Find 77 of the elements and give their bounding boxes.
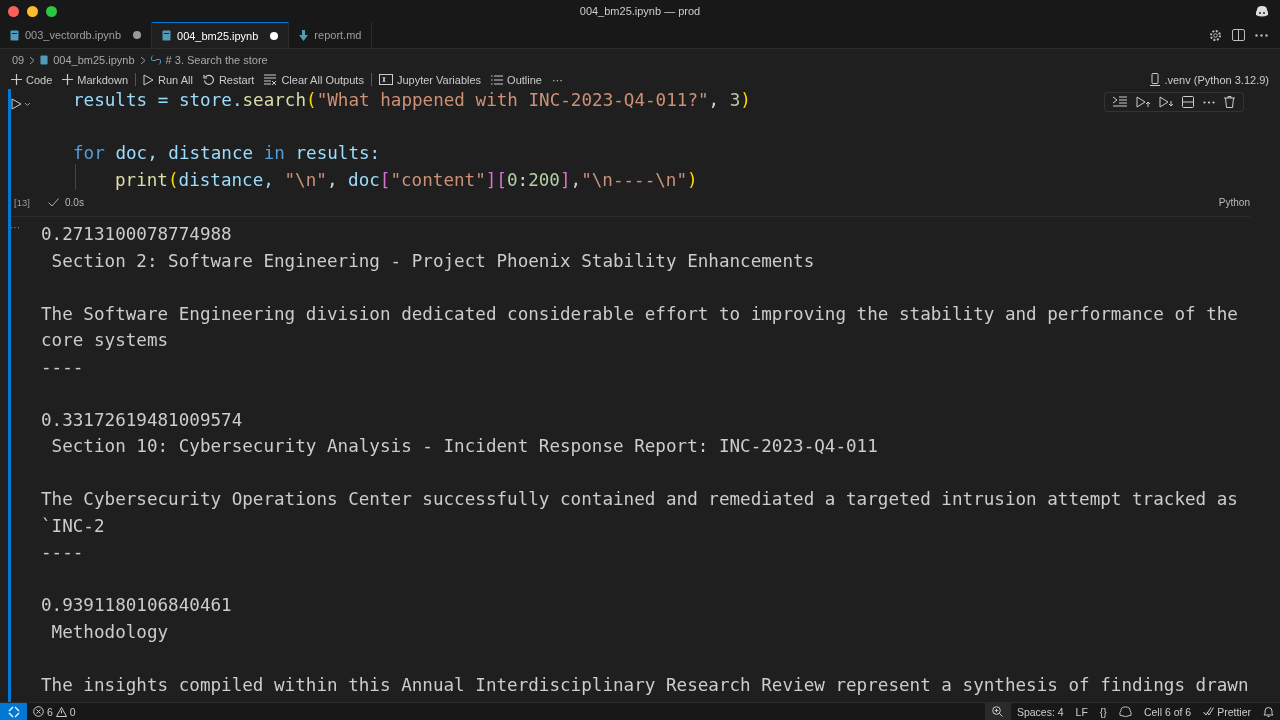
prettier-button[interactable]: Prettier [1197,703,1257,720]
breadcrumb-item[interactable]: 09 [12,54,25,66]
status-item[interactable]: {} [1093,703,1113,720]
code-line: print(distance, "\n", doc["content"][0:200],"\n----\n") [115,169,698,190]
error-icon [33,706,44,717]
kernel-icon [1150,73,1161,86]
run-below-icon[interactable] [1159,96,1173,108]
breadcrumb-item[interactable]: 004_bm25.ipynb [53,54,135,66]
remote-icon [7,705,20,718]
maximize-button[interactable] [46,5,57,17]
problems-button[interactable]: 6 0 [27,703,82,720]
run-by-line-icon[interactable] [1113,96,1127,108]
execution-count: [13] [14,196,31,208]
output-text: Methodology [50,621,169,644]
code-line: for doc, distance in results: [73,143,381,163]
breadcrumb-item[interactable]: # 3. Search the store [165,54,268,66]
output-more-button[interactable]: ··· [10,222,20,233]
remote-button[interactable] [0,703,27,720]
bell-icon[interactable] [1263,705,1274,718]
output-text: core systems [41,330,169,352]
kernel-picker[interactable]: .venv (Python 3.12.9) [1145,71,1274,88]
status-item[interactable]: Cell 6 of 6 [1137,703,1198,720]
editor-tab[interactable]: 004_bm25.ipynb [152,22,290,48]
close-button[interactable] [8,5,19,17]
toolbar-button[interactable]: Restart [197,71,260,88]
notebook-icon [10,29,19,41]
restart-icon [202,73,215,86]
more-icon[interactable] [1255,33,1268,37]
toolbar-button[interactable]: Clear All Outputs [259,71,369,88]
more-icon[interactable] [1203,100,1215,104]
output-text: 0.33172619481009574 [41,409,243,432]
toolbar-button[interactable]: Run All [138,71,198,88]
double-check-icon [1203,707,1215,716]
variables-icon [378,74,393,85]
code-line: results = store.search("What happened with INC-2023-Q4-011?", 3) [73,90,751,110]
plus-icon [11,74,22,85]
play-icon [143,73,155,86]
output-text: Section 2: Software Engineering - Project Phoenix Stability Enhancements [50,250,815,273]
delete-icon[interactable] [1224,96,1235,108]
chevron-right-icon [139,55,146,65]
toolbar-button[interactable]: Markdown [57,71,134,88]
notebook-icon [40,55,49,65]
settings-icon[interactable] [1209,28,1222,42]
run-above-icon[interactable] [1136,96,1150,108]
warning-icon [55,706,67,717]
zoom-button[interactable] [984,703,1011,720]
toolbar-button[interactable]: Code [6,71,58,88]
output-text: `INC-2 [41,515,105,538]
output-text: Section 10: Cybersecurity Analysis - Incident Response Report: INC-2023-Q4-011 [50,436,878,458]
output-text: The Software Engineering division dedicated considerable effort to improving the stability and performance of the [41,303,1238,326]
output-text: ---- [41,542,84,564]
list-icon [491,74,504,85]
clear-list-icon [264,74,278,85]
output-text: 0.9391180106840461 [41,595,232,617]
notebook-icon [162,30,171,41]
split-editor-icon[interactable] [1232,29,1245,41]
output-text: 0.2713100078774988 [41,224,232,246]
more-button[interactable]: ··· [546,71,568,88]
check-icon [48,197,59,207]
output-text: The insights compiled within this Annual Interdisciplinary Research Review represent a synthesis of findings drawn [41,674,1249,697]
chevron-right-icon [29,55,36,65]
output-text: ---- [41,356,84,379]
editor-tab[interactable]: report.md [289,22,373,48]
status-item[interactable]: Spaces: 4 [1010,703,1070,720]
window-title: 004_bm25.ipynb — prod [579,5,701,17]
execution-time: 0.0s [65,196,84,208]
zoom-icon [992,706,1004,717]
status-item[interactable]: LF [1069,703,1094,720]
toolbar-button[interactable]: Jupyter Variables [373,71,487,88]
language-label[interactable]: Python [1218,196,1250,208]
output-text: The Cybersecurity Operations Center successfully contained and remediated a targeted intrusion attempt tracked as [41,489,1238,511]
minimize-button[interactable] [27,5,38,17]
split-cell-icon[interactable] [1182,96,1194,108]
run-cell-icon[interactable] [11,98,31,110]
arrow-down-icon [299,29,309,41]
toolbar-button[interactable]: Outline [486,71,547,88]
plus-icon [62,74,74,85]
